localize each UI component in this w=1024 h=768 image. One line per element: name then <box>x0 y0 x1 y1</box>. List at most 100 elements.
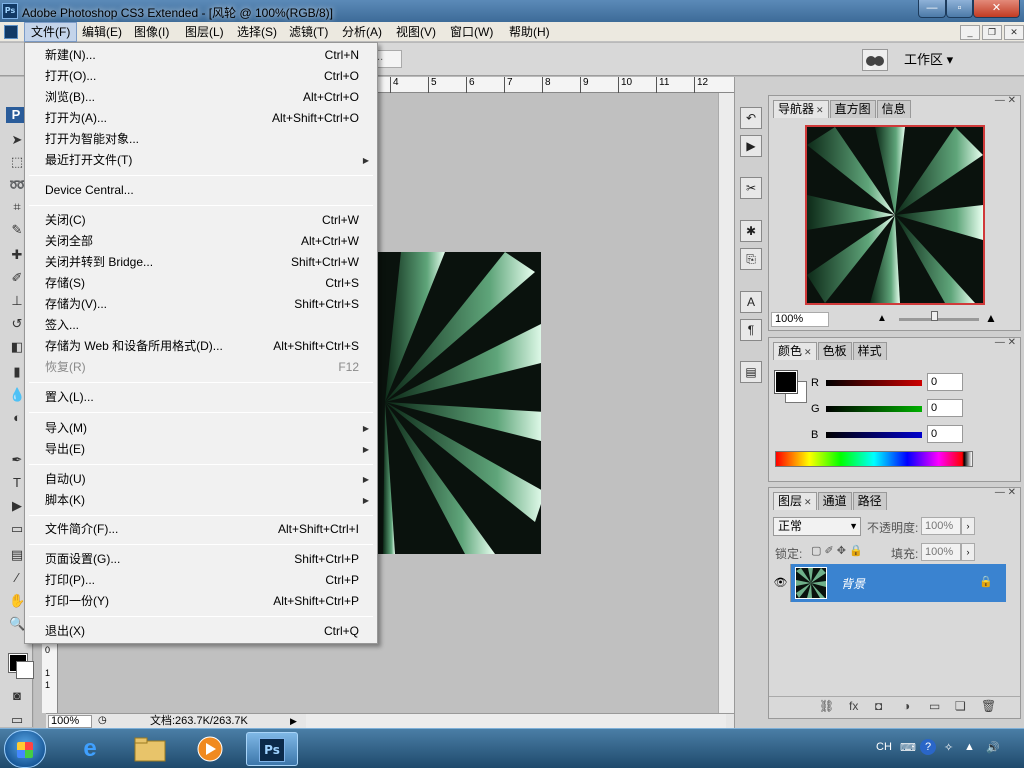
canvas-image[interactable] <box>375 252 541 554</box>
dodge-tool-icon[interactable]: ◐ <box>9 410 25 426</box>
path-selection-tool-icon[interactable]: ▶ <box>9 498 25 514</box>
doc-restore-button[interactable]: ❐ <box>982 25 1002 40</box>
lasso-tool-icon[interactable]: ➿ <box>9 177 25 193</box>
start-button[interactable] <box>4 730 46 768</box>
menu-edit[interactable]: 编辑(E) <box>76 22 128 42</box>
eyedropper-tool-icon[interactable]: ✎ <box>9 222 25 238</box>
navigator-zoom-field[interactable]: 100% <box>771 312 829 327</box>
show-hidden-icons[interactable]: ▲ <box>964 741 975 753</box>
maximize-button[interactable]: ▫ <box>946 0 973 18</box>
new-layer-icon[interactable]: ❏ <box>955 699 966 713</box>
blend-mode-select[interactable]: 正常 ▼ <box>773 517 861 536</box>
menu-close-go-bridge[interactable]: 关闭并转到 Bridge... Shift+Ctrl+W <box>27 252 375 273</box>
keyboard-icon[interactable]: ⌨ <box>900 741 916 754</box>
workspace-menu-button[interactable]: 工作区 ▾ <box>898 48 964 72</box>
panel-menu-icon[interactable]: — ✕ <box>995 337 1016 348</box>
tray-options-icon[interactable]: ✧ <box>944 741 953 754</box>
marquee-tool-icon[interactable]: ⬚ <box>9 154 25 170</box>
menu-scripts[interactable]: 脚本(K) ▶ <box>27 490 375 511</box>
app-menu-icon[interactable] <box>4 25 18 39</box>
menu-save-as[interactable]: 存储为(V)... Shift+Ctrl+S <box>27 294 375 315</box>
fill-arrow-icon[interactable]: › <box>961 543 975 561</box>
tab-paths[interactable]: 路径 <box>852 492 887 510</box>
menu-export[interactable]: 导出(E) ▶ <box>27 439 375 460</box>
navigator-zoom-slider[interactable] <box>899 318 979 321</box>
lock-icons[interactable]: ▢ ✐ ✥ 🔒 <box>811 544 863 557</box>
menu-new[interactable]: 新建(N)... Ctrl+N <box>27 45 375 66</box>
ime-indicator[interactable]: CH <box>876 741 892 753</box>
help-icon[interactable]: ? <box>920 739 936 755</box>
paragraph-panel-icon[interactable]: ¶ <box>740 319 762 341</box>
hand-tool-icon[interactable]: ✋ <box>9 593 25 609</box>
menu-open-as[interactable]: 打开为(A)... Alt+Shift+Ctrl+O <box>27 108 375 129</box>
menu-print-one-copy[interactable]: 打印一份(Y) Alt+Shift+Ctrl+P <box>27 591 375 612</box>
channel-r-value[interactable]: 0 <box>927 373 963 391</box>
menu-print[interactable]: 打印(P)... Ctrl+P <box>27 570 375 591</box>
menu-browse[interactable]: 浏览(B)... Alt+Ctrl+O <box>27 87 375 108</box>
menu-automate[interactable]: 自动(U) ▶ <box>27 469 375 490</box>
tab-layers[interactable]: 图层 ✕ <box>773 492 817 510</box>
menu-save-for-web[interactable]: 存储为 Web 和设备所用格式(D)... Alt+Shift+Ctrl+S <box>27 336 375 357</box>
volume-icon[interactable]: 🔊 <box>986 741 1000 754</box>
doc-minimize-button[interactable]: _ <box>960 25 980 40</box>
color-fg-swatch[interactable] <box>774 370 798 394</box>
menu-import[interactable]: 导入(M) ▶ <box>27 418 375 439</box>
adjustment-icon[interactable]: ◑ <box>903 699 910 713</box>
menu-help[interactable]: 帮助(H) <box>503 22 556 42</box>
menu-open-smart-object[interactable]: 打开为智能对象... <box>27 129 375 150</box>
channel-g-value[interactable]: 0 <box>927 399 963 417</box>
brushes-panel-icon[interactable]: ✱ <box>740 220 762 242</box>
zoom-in-icon[interactable]: ▲ <box>985 311 997 325</box>
eye-icon[interactable]: 👁 <box>771 564 791 602</box>
history-panel-icon[interactable]: ↶ <box>740 107 762 129</box>
channel-r-slider[interactable] <box>826 380 922 386</box>
tab-styles[interactable]: 样式 <box>852 342 887 360</box>
close-button[interactable]: ✕ <box>973 0 1020 18</box>
tab-channels[interactable]: 通道 <box>817 492 852 510</box>
opacity-field[interactable]: 100% <box>921 517 961 535</box>
panel-menu-icon[interactable]: — ✕ <box>995 95 1016 106</box>
tab-swatches[interactable]: 色板 <box>817 342 852 360</box>
blur-tool-icon[interactable]: 💧 <box>9 387 25 403</box>
fx-icon[interactable]: fx <box>849 699 858 713</box>
channel-b-slider[interactable] <box>826 432 922 438</box>
tab-info[interactable]: 信息 <box>876 100 911 118</box>
eyedropper2-tool-icon[interactable]: ⁄ <box>9 570 25 586</box>
menu-view[interactable]: 视图(V) <box>390 22 442 42</box>
status-icon[interactable]: ◷ <box>98 715 107 726</box>
screen-mode-icon[interactable]: ▭ <box>9 712 25 728</box>
healing-tool-icon[interactable]: ✚ <box>9 247 25 263</box>
trash-icon[interactable]: 🗑 <box>981 699 996 713</box>
bridge-button[interactable]: Br <box>862 49 888 72</box>
stamp-tool-icon[interactable]: ⊥ <box>9 293 25 309</box>
status-menu-arrow-icon[interactable]: ▶ <box>290 714 300 728</box>
channel-g-slider[interactable] <box>826 406 922 412</box>
panel-menu-icon[interactable]: — ✕ <box>995 487 1016 498</box>
channel-b-value[interactable]: 0 <box>927 425 963 443</box>
horizontal-scrollbar[interactable] <box>306 714 726 728</box>
opacity-arrow-icon[interactable]: › <box>961 517 975 535</box>
tab-navigator[interactable]: 导航器 ✕ <box>773 100 829 118</box>
history-brush-tool-icon[interactable]: ↺ <box>9 316 25 332</box>
minimize-button[interactable]: — <box>918 0 946 18</box>
group-icon[interactable]: ▭ <box>929 699 940 713</box>
menu-window[interactable]: 窗口(W) <box>444 22 499 42</box>
menu-filter[interactable]: 滤镜(T) <box>283 22 334 42</box>
notes-tool-icon[interactable]: ▤ <box>9 547 25 563</box>
layer-row[interactable]: 👁 背景 🔒 <box>771 564 1006 602</box>
brush-tool-icon[interactable]: ✐ <box>9 270 25 286</box>
zoom-out-icon[interactable]: ▲ <box>877 313 887 324</box>
vertical-scrollbar[interactable] <box>718 93 734 713</box>
layer-comps-icon[interactable]: ▤ <box>740 361 762 383</box>
navigator-thumbnail[interactable] <box>805 125 985 305</box>
zoom-field[interactable]: 100% <box>48 715 92 728</box>
doc-close-button[interactable]: ✕ <box>1004 25 1024 40</box>
menu-check-in[interactable]: 签入... <box>27 315 375 336</box>
mask-icon[interactable]: ◘ <box>875 699 882 713</box>
menu-layer[interactable]: 图层(L) <box>179 22 230 42</box>
crop-tool-icon[interactable]: ⌗ <box>9 199 25 215</box>
background-color-swatch[interactable] <box>16 661 34 679</box>
type-tool-icon[interactable]: T <box>9 475 25 491</box>
shape-tool-icon[interactable]: ▭ <box>9 521 25 537</box>
fill-field[interactable]: 100% <box>921 543 961 561</box>
